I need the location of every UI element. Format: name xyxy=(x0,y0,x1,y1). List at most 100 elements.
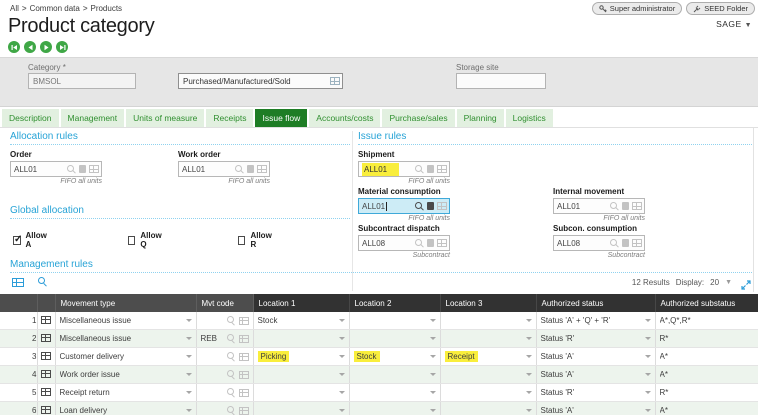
jump-to-record-icon[interactable] xyxy=(622,202,629,210)
chevron-down-icon[interactable] xyxy=(185,337,192,340)
chevron-down-icon[interactable] xyxy=(644,373,651,376)
column-header-location-2[interactable]: Location 2 xyxy=(349,294,441,312)
chevron-down-icon[interactable] xyxy=(644,355,651,358)
display-count-select[interactable]: 20 xyxy=(710,278,719,287)
location2-cell[interactable] xyxy=(349,329,441,348)
selection-grid-icon[interactable] xyxy=(632,239,642,247)
chevron-down-icon[interactable] xyxy=(644,409,651,412)
tab-units-of-measure[interactable]: Units of measure xyxy=(126,109,205,127)
authorized-status-cell[interactable]: Status 'A' + 'Q' + 'R' xyxy=(536,312,656,330)
chevron-down-icon[interactable] xyxy=(429,337,436,340)
authorized-substatus-cell[interactable]: A* xyxy=(655,365,758,384)
authorized-status-cell[interactable]: Status 'A' xyxy=(536,347,656,366)
jump-to-record-icon[interactable] xyxy=(427,239,434,247)
order-input[interactable]: ALL01 xyxy=(10,161,102,177)
search-icon[interactable] xyxy=(610,238,619,248)
location3-cell[interactable] xyxy=(440,312,537,330)
checkbox-allow-q[interactable]: Allow Q xyxy=(128,231,163,249)
chevron-down-icon[interactable] xyxy=(525,409,532,412)
location3-cell[interactable] xyxy=(440,401,537,415)
selection-grid-icon[interactable] xyxy=(238,316,249,325)
tab-issue-flow[interactable]: Issue flow xyxy=(255,109,308,127)
row-detail-icon[interactable] xyxy=(41,351,51,360)
row-detail-cell[interactable] xyxy=(37,383,56,402)
breadcrumb-products[interactable]: Products xyxy=(90,4,122,13)
movement-type-cell[interactable]: Customer delivery xyxy=(55,347,197,366)
chevron-down-icon[interactable] xyxy=(338,319,345,322)
grid-options-icon[interactable] xyxy=(12,278,24,287)
next-record-button[interactable] xyxy=(40,41,52,53)
selection-grid-icon[interactable] xyxy=(238,334,249,343)
column-header-movement-type[interactable]: Movement type xyxy=(55,294,197,312)
chevron-down-icon[interactable] xyxy=(525,391,532,394)
location3-cell[interactable] xyxy=(440,383,537,402)
selection-grid-icon[interactable] xyxy=(437,165,447,173)
location1-cell[interactable]: Picking xyxy=(253,347,350,366)
expand-grid-icon[interactable] xyxy=(741,277,751,295)
chevron-down-icon[interactable]: ▼ xyxy=(725,279,732,286)
breadcrumb-all[interactable]: All xyxy=(10,4,19,13)
material-consumption-input[interactable]: ALL01 xyxy=(358,198,450,214)
movement-type-cell[interactable]: Miscellaneous issue xyxy=(55,312,197,330)
jump-to-record-icon[interactable] xyxy=(247,165,254,173)
tab-description[interactable]: Description xyxy=(2,109,59,127)
search-icon[interactable] xyxy=(226,316,236,325)
checkbox-allow-r[interactable]: Allow R xyxy=(238,231,273,249)
chevron-down-icon[interactable] xyxy=(338,409,345,412)
chevron-down-icon[interactable] xyxy=(525,355,532,358)
search-icon[interactable] xyxy=(415,164,424,174)
column-header-authorized-status[interactable]: Authorized status xyxy=(536,294,656,312)
location1-cell[interactable] xyxy=(253,365,350,384)
subcontract-dispatch-input[interactable]: ALL08 xyxy=(358,235,450,251)
location1-cell[interactable] xyxy=(253,401,350,415)
search-icon[interactable] xyxy=(226,352,236,361)
mvt-code-cell[interactable] xyxy=(196,312,254,330)
session-user-button[interactable]: Super administrator xyxy=(591,2,683,15)
row-detail-icon[interactable] xyxy=(41,387,51,396)
row-detail-icon[interactable] xyxy=(41,315,51,324)
authorized-status-cell[interactable]: Status 'R' xyxy=(536,329,656,348)
row-detail-icon[interactable] xyxy=(41,333,51,342)
tab-accounts-costs[interactable]: Accounts/costs xyxy=(309,109,381,127)
selection-grid-icon[interactable] xyxy=(257,165,267,173)
location1-cell[interactable] xyxy=(253,329,350,348)
location2-cell[interactable] xyxy=(349,383,441,402)
location3-cell[interactable] xyxy=(440,365,537,384)
chevron-down-icon[interactable] xyxy=(185,355,192,358)
column-header-location-3[interactable]: Location 3 xyxy=(440,294,537,312)
chevron-down-icon[interactable] xyxy=(338,391,345,394)
work-order-input[interactable]: ALL01 xyxy=(178,161,270,177)
checkbox-box[interactable] xyxy=(128,235,136,245)
chevron-down-icon[interactable] xyxy=(525,337,532,340)
chevron-down-icon[interactable] xyxy=(338,337,345,340)
row-detail-cell[interactable] xyxy=(37,312,56,330)
tab-logistics[interactable]: Logistics xyxy=(505,109,553,127)
mvt-code-cell[interactable] xyxy=(196,401,254,415)
mvt-code-cell[interactable] xyxy=(196,383,254,402)
tab-purchase-sales[interactable]: Purchase/sales xyxy=(382,109,455,127)
tab-management[interactable]: Management xyxy=(60,109,125,127)
mvt-code-cell[interactable]: REB xyxy=(196,329,254,348)
column-header-mvt-code[interactable]: Mvt code xyxy=(196,294,254,312)
movement-type-cell[interactable]: Receipt return xyxy=(55,383,197,402)
row-detail-icon[interactable] xyxy=(41,405,51,414)
row-detail-cell[interactable] xyxy=(37,365,56,384)
search-icon[interactable] xyxy=(226,334,236,343)
selection-grid-icon[interactable] xyxy=(238,388,249,397)
chevron-down-icon[interactable] xyxy=(525,319,532,322)
authorized-status-cell[interactable]: Status 'A' xyxy=(536,401,656,415)
brand-menu[interactable]: SAGE ▼ xyxy=(716,19,752,29)
location2-cell[interactable] xyxy=(349,312,441,330)
jump-to-record-icon[interactable] xyxy=(427,165,434,173)
search-icon[interactable] xyxy=(226,388,236,397)
internal-movement-input[interactable]: ALL01 xyxy=(553,198,645,214)
jump-to-record-icon[interactable] xyxy=(622,239,629,247)
storage-site-input[interactable] xyxy=(456,73,546,89)
chevron-down-icon[interactable] xyxy=(644,319,651,322)
search-icon[interactable] xyxy=(235,164,244,174)
movement-type-cell[interactable]: Miscellaneous issue xyxy=(55,329,197,348)
authorized-substatus-cell[interactable]: R* xyxy=(655,383,758,402)
row-detail-cell[interactable] xyxy=(37,329,56,348)
location2-cell[interactable] xyxy=(349,365,441,384)
search-icon[interactable] xyxy=(226,406,236,415)
